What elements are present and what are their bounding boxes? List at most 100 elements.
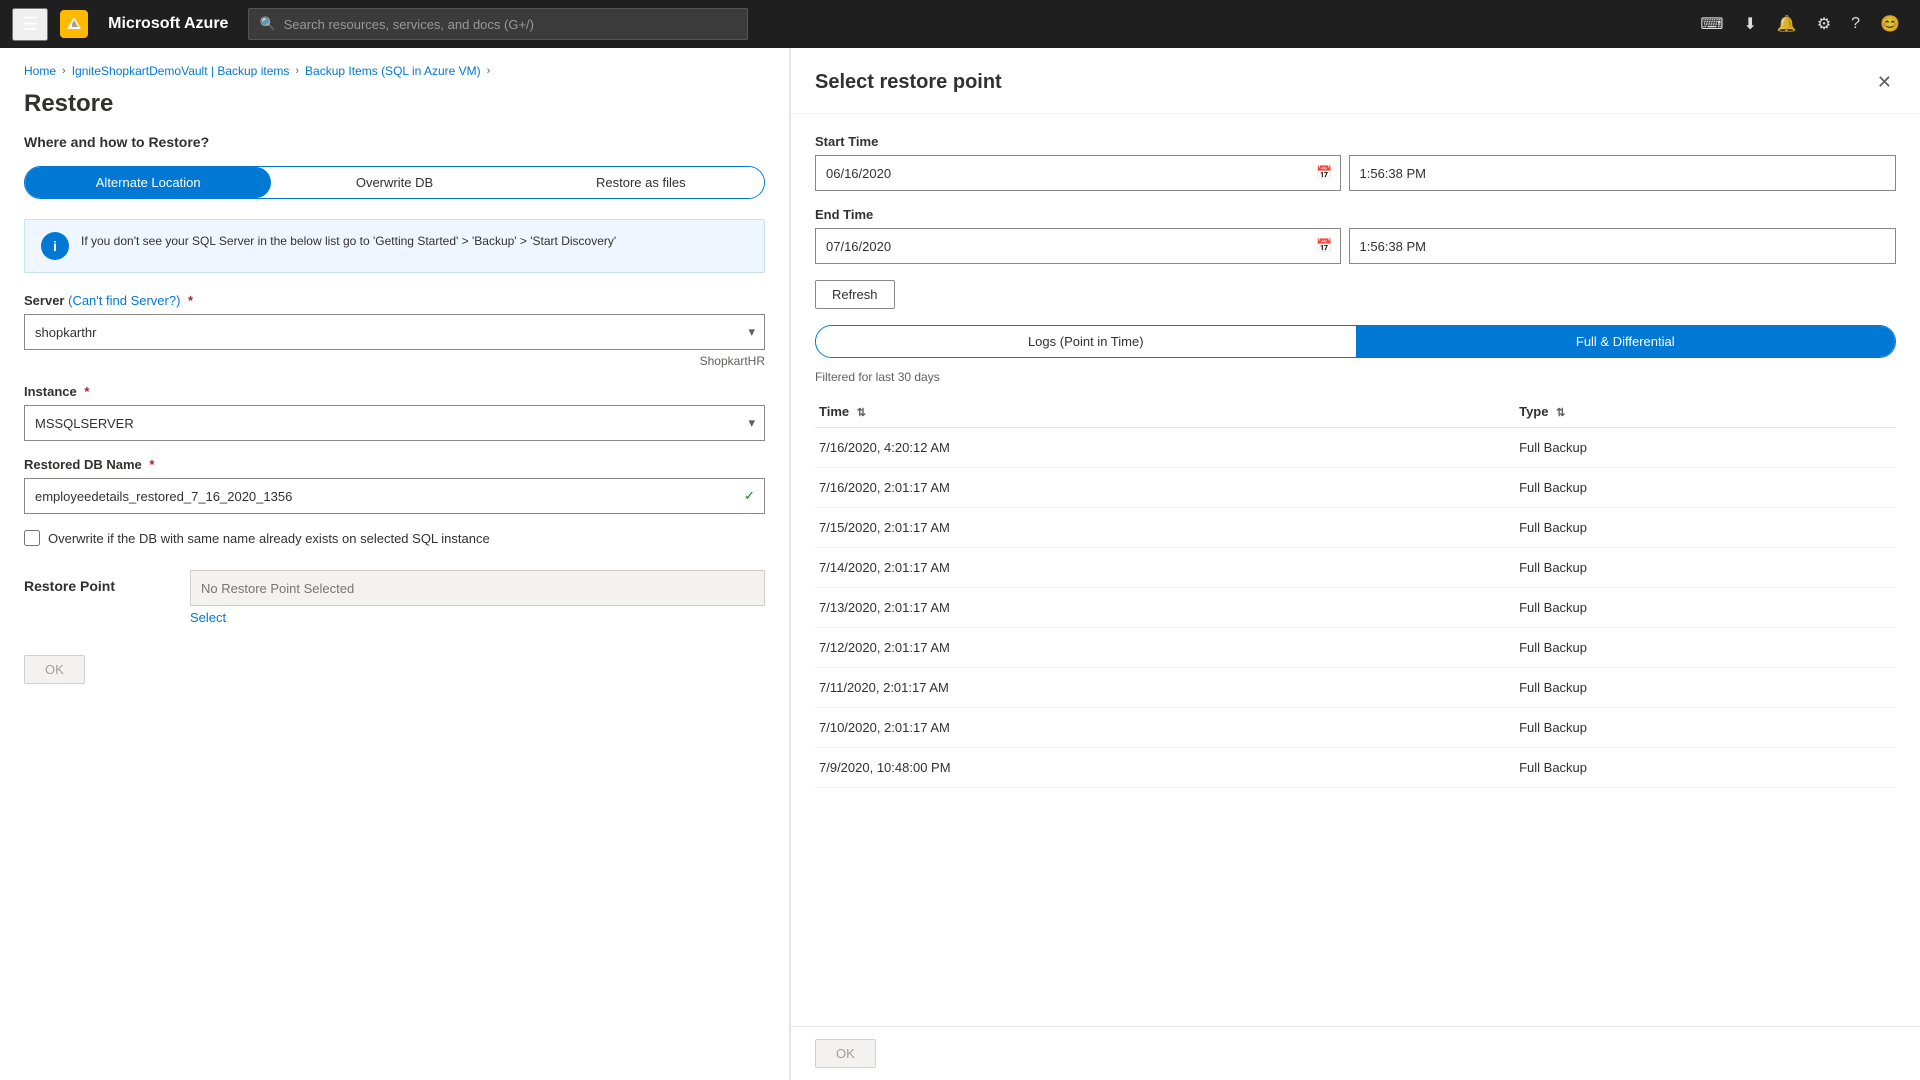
search-input[interactable] (284, 17, 738, 32)
server-hint: ShopkartHR (24, 354, 765, 368)
restore-content: Where and how to Restore? Alternate Loca… (0, 134, 789, 708)
refresh-button[interactable]: Refresh (815, 280, 895, 309)
time-column-header[interactable]: Time ⇅ (815, 396, 1515, 428)
breadcrumb-sep-2: › (295, 65, 299, 77)
restore-ok-button[interactable]: OK (24, 655, 85, 684)
info-text: If you don't see your SQL Server in the … (81, 232, 616, 250)
breadcrumb: Home › IgniteShopkartDemoVault | Backup … (0, 48, 789, 86)
start-time-label: Start Time (815, 134, 1896, 149)
instance-select[interactable]: MSSQLSERVER (24, 405, 765, 441)
panel-body: Start Time 📅 End Time 📅 (791, 114, 1920, 1026)
type-column-header[interactable]: Type ⇅ (1515, 396, 1896, 428)
restore-point-time: 7/10/2020, 2:01:17 AM (815, 708, 1515, 748)
start-time-input[interactable] (1349, 155, 1897, 191)
breadcrumb-home[interactable]: Home (24, 64, 56, 78)
table-row[interactable]: 7/9/2020, 10:48:00 PMFull Backup (815, 748, 1896, 788)
azure-logo-text: Microsoft Azure (108, 15, 228, 33)
table-row[interactable]: 7/13/2020, 2:01:17 AMFull Backup (815, 588, 1896, 628)
azure-logo-icon (60, 10, 88, 38)
restore-point-type: Full Backup (1515, 428, 1896, 468)
restore-point-type: Full Backup (1515, 588, 1896, 628)
restore-point-time: 7/16/2020, 4:20:12 AM (815, 428, 1515, 468)
restore-point-time: 7/15/2020, 2:01:17 AM (815, 508, 1515, 548)
instance-field-group: Instance * MSSQLSERVER ▾ (24, 384, 765, 441)
directory-icon[interactable]: ⬇ (1736, 8, 1765, 40)
restore-points-table: Time ⇅ Type ⇅ 7/16/2020, 4:20:12 AMFull … (815, 396, 1896, 788)
restore-mode-toggle: Alternate Location Overwrite DB Restore … (24, 166, 765, 199)
db-name-field-group: Restored DB Name * ✓ (24, 457, 765, 514)
restore-as-files-btn[interactable]: Restore as files (518, 167, 764, 198)
table-body: 7/16/2020, 4:20:12 AMFull Backup7/16/202… (815, 428, 1896, 788)
restore-point-time: 7/12/2020, 2:01:17 AM (815, 628, 1515, 668)
close-panel-button[interactable]: ✕ (1873, 68, 1896, 97)
start-time-section: Start Time 📅 (815, 134, 1896, 191)
restore-point-type: Full Backup (1515, 748, 1896, 788)
restore-point-value: Select (190, 570, 765, 625)
breadcrumb-vault[interactable]: IgniteShopkartDemoVault | Backup items (72, 64, 290, 78)
table-row[interactable]: 7/12/2020, 2:01:17 AMFull Backup (815, 628, 1896, 668)
logs-tab-button[interactable]: Logs (Point in Time) (816, 326, 1356, 357)
breadcrumb-sql[interactable]: Backup Items (SQL in Azure VM) (305, 64, 481, 78)
start-date-input[interactable] (815, 155, 1341, 191)
end-date-input[interactable] (815, 228, 1341, 264)
instance-select-wrapper: MSSQLSERVER ▾ (24, 405, 765, 441)
panel-title: Select restore point (815, 71, 1002, 94)
end-time-label: End Time (815, 207, 1896, 222)
restore-point-type: Full Backup (1515, 628, 1896, 668)
panel-header: Select restore point ✕ (791, 48, 1920, 114)
server-select[interactable]: shopkarthr (24, 314, 765, 350)
restore-point-time: 7/13/2020, 2:01:17 AM (815, 588, 1515, 628)
server-required: * (188, 293, 193, 308)
hamburger-menu[interactable]: ☰ (12, 8, 48, 41)
global-search[interactable]: 🔍 (248, 8, 748, 40)
notification-icon[interactable]: 🔔 (1769, 8, 1805, 40)
cloud-shell-icon[interactable]: ⌨ (1692, 8, 1731, 40)
table-row[interactable]: 7/16/2020, 2:01:17 AMFull Backup (815, 468, 1896, 508)
db-name-input[interactable] (24, 478, 765, 514)
info-box: i If you don't see your SQL Server in th… (24, 219, 765, 273)
backup-type-toggle: Logs (Point in Time) Full & Differential (815, 325, 1896, 358)
restore-panel: Home › IgniteShopkartDemoVault | Backup … (0, 48, 790, 1080)
page-title: Restore (0, 86, 789, 134)
server-field-group: Server (Can't find Server?) * shopkarthr… (24, 293, 765, 368)
start-time-row: 📅 (815, 155, 1896, 191)
server-label: Server (Can't find Server?) * (24, 293, 765, 308)
overwrite-checkbox-row: Overwrite if the DB with same name alrea… (24, 530, 765, 546)
overwrite-checkbox[interactable] (24, 530, 40, 546)
table-row[interactable]: 7/15/2020, 2:01:17 AMFull Backup (815, 508, 1896, 548)
breadcrumb-sep-1: › (62, 65, 66, 77)
select-restore-point-link[interactable]: Select (190, 610, 765, 625)
alternate-location-btn[interactable]: Alternate Location (25, 167, 271, 198)
restore-point-type: Full Backup (1515, 548, 1896, 588)
settings-icon[interactable]: ⚙ (1809, 8, 1839, 40)
instance-label: Instance * (24, 384, 765, 399)
restore-point-time: 7/14/2020, 2:01:17 AM (815, 548, 1515, 588)
table-row[interactable]: 7/10/2020, 2:01:17 AMFull Backup (815, 708, 1896, 748)
overwrite-db-btn[interactable]: Overwrite DB (271, 167, 517, 198)
help-icon[interactable]: ? (1843, 9, 1868, 39)
full-differential-tab-button[interactable]: Full & Differential (1356, 326, 1896, 357)
time-sort-icon: ⇅ (857, 406, 866, 419)
db-name-check-icon: ✓ (744, 488, 755, 504)
panel-ok-button[interactable]: OK (815, 1039, 876, 1068)
end-time-input[interactable] (1349, 228, 1897, 264)
cant-find-server-link[interactable]: (Can't find Server?) (68, 293, 180, 308)
table-row[interactable]: 7/14/2020, 2:01:17 AMFull Backup (815, 548, 1896, 588)
nav-icon-group: ⌨ ⬇ 🔔 ⚙ ? 😊 (1692, 8, 1908, 40)
end-time-section: End Time 📅 (815, 207, 1896, 264)
table-row[interactable]: 7/16/2020, 4:20:12 AMFull Backup (815, 428, 1896, 468)
start-date-wrapper: 📅 (815, 155, 1341, 191)
restore-point-label: Restore Point (24, 570, 174, 594)
end-date-wrapper: 📅 (815, 228, 1341, 264)
main-container: Home › IgniteShopkartDemoVault | Backup … (0, 48, 1920, 1080)
table-row[interactable]: 7/11/2020, 2:01:17 AMFull Backup (815, 668, 1896, 708)
restore-point-type: Full Backup (1515, 708, 1896, 748)
restore-point-input (190, 570, 765, 606)
instance-required: * (84, 384, 89, 399)
db-name-label: Restored DB Name * (24, 457, 765, 472)
account-icon[interactable]: 😊 (1872, 8, 1908, 40)
filter-note: Filtered for last 30 days (815, 370, 1896, 384)
top-nav: ☰ Microsoft Azure 🔍 ⌨ ⬇ 🔔 ⚙ ? 😊 (0, 0, 1920, 48)
select-restore-point-panel: Select restore point ✕ Start Time 📅 End … (790, 48, 1920, 1080)
type-sort-icon: ⇅ (1556, 406, 1565, 419)
